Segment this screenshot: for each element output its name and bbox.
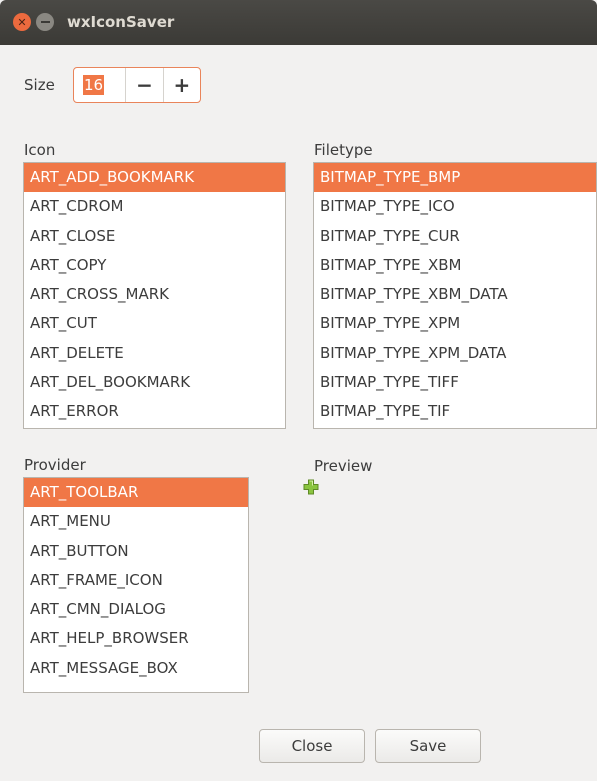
- add-bookmark-plus-icon: [303, 479, 319, 495]
- icon-list-item[interactable]: ART_CUT: [24, 309, 285, 338]
- window-title: wxIconSaver: [67, 13, 175, 31]
- provider-list-item[interactable]: ART_MESSAGE_BOX: [24, 654, 248, 683]
- title-bar[interactable]: ✕ wxIconSaver: [0, 0, 597, 45]
- icon-list-item[interactable]: ART_COPY: [24, 251, 285, 280]
- provider-list-item[interactable]: ART_MENU: [24, 507, 248, 536]
- icon-list-item[interactable]: ART_ADD_BOOKMARK: [24, 163, 285, 193]
- filetype-listbox[interactable]: BITMAP_TYPE_BMP BITMAP_TYPE_ICO BITMAP_TYP…: [313, 162, 597, 429]
- provider-listbox[interactable]: ART_TOOLBAR ART_MENU ART_BUTTON ART_FRAME_I…: [23, 477, 249, 693]
- minimize-icon: [40, 21, 50, 23]
- icon-list-item[interactable]: ART_CLOSE: [24, 222, 285, 251]
- filetype-list-item[interactable]: BITMAP_TYPE_XBM_DATA: [314, 280, 596, 309]
- close-button[interactable]: Close: [259, 729, 365, 763]
- size-input[interactable]: 16: [74, 68, 125, 102]
- filetype-list-item[interactable]: BITMAP_TYPE_CUR: [314, 222, 596, 251]
- icon-list-item[interactable]: ART_CDROM: [24, 192, 285, 221]
- window-close-button[interactable]: ✕: [13, 13, 31, 31]
- filetype-list-item[interactable]: BITMAP_TYPE_ICO: [314, 192, 596, 221]
- size-spinner: 16 − +: [73, 67, 201, 103]
- filetype-list-item[interactable]: BITMAP_TYPE_XPM_DATA: [314, 339, 596, 368]
- size-value: 16: [83, 75, 105, 95]
- icon-label: Icon: [24, 141, 56, 159]
- filetype-list-item[interactable]: BITMAP_TYPE_BMP: [314, 163, 596, 193]
- save-button[interactable]: Save: [375, 729, 481, 763]
- provider-label: Provider: [24, 456, 86, 474]
- icon-list-item[interactable]: ART_CROSS_MARK: [24, 280, 285, 309]
- window-minimize-button[interactable]: [36, 13, 54, 31]
- provider-list-item[interactable]: ART_FRAME_ICON: [24, 566, 248, 595]
- close-icon: ✕: [17, 15, 27, 29]
- icon-list-item[interactable]: ART_DEL_BOOKMARK: [24, 368, 285, 397]
- provider-list-item[interactable]: ART_CMN_DIALOG: [24, 595, 248, 624]
- icon-listbox[interactable]: ART_ADD_BOOKMARK ART_CDROM ART_CLOSE ART_CO…: [23, 162, 286, 429]
- icon-list-item[interactable]: ART_DELETE: [24, 339, 285, 368]
- filetype-list-item[interactable]: BITMAP_TYPE_XBM: [314, 251, 596, 280]
- preview-label: Preview: [314, 457, 373, 475]
- provider-list-item[interactable]: ART_TOOLBAR: [24, 478, 248, 508]
- size-decrement-button[interactable]: −: [125, 68, 162, 102]
- size-label: Size: [24, 76, 55, 94]
- provider-list-item[interactable]: ART_HELP_BROWSER: [24, 624, 248, 653]
- filetype-label: Filetype: [314, 141, 373, 159]
- filetype-list-item[interactable]: BITMAP_TYPE_TIFF: [314, 368, 596, 397]
- filetype-list-item[interactable]: BITMAP_TYPE_XPM: [314, 309, 596, 338]
- provider-list-item[interactable]: ART_BUTTON: [24, 537, 248, 566]
- filetype-list-item[interactable]: BITMAP_TYPE_TIF: [314, 397, 596, 426]
- size-increment-button[interactable]: +: [162, 68, 200, 102]
- icon-list-item[interactable]: ART_ERROR: [24, 397, 285, 426]
